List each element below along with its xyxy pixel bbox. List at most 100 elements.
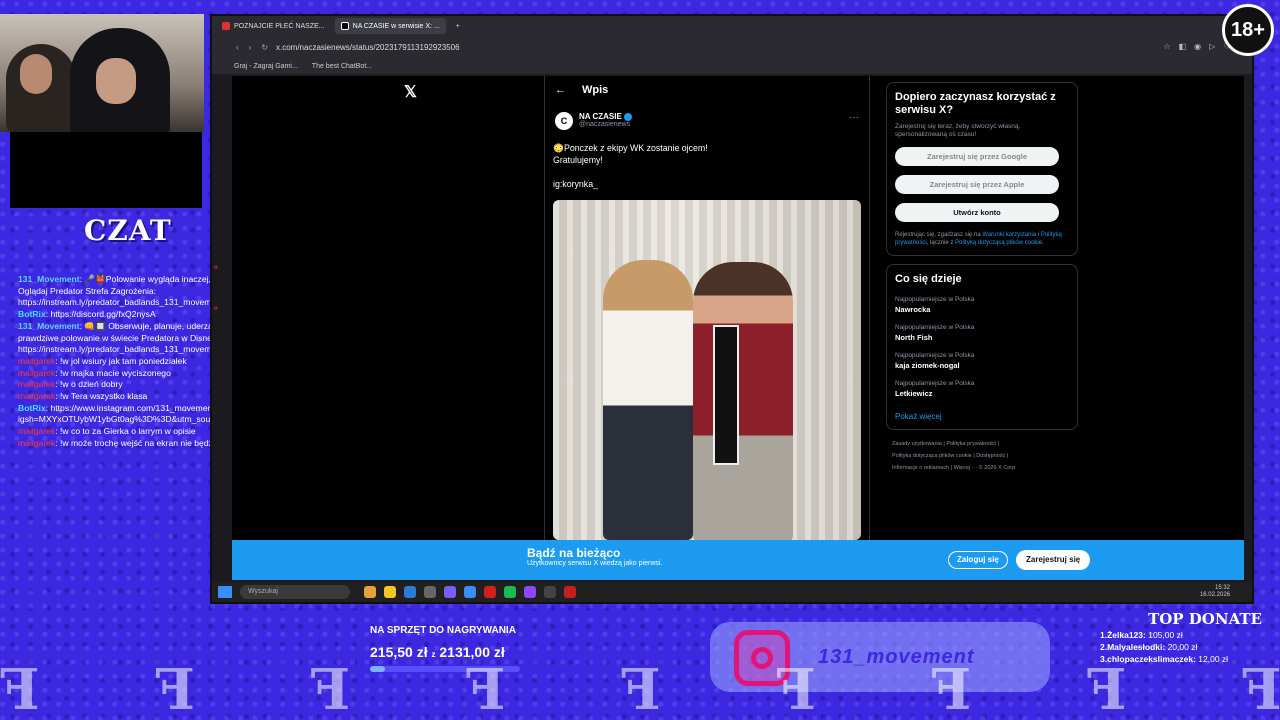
show-more-link[interactable]: Pokaż więcej (895, 412, 1069, 421)
trend-meta: Najpopularniejsze w Polska (895, 324, 975, 331)
footer-links: Zasady użytkowania | Polityka prywatnośc… (886, 438, 1078, 474)
top-donate-panel: TOP DONATE 1.Żelka123: 105,00 zł 2.Malyal… (1100, 610, 1278, 664)
chat-username[interactable]: 131_Movement (18, 321, 80, 331)
side-indicator-icons: ⚬ ⚬ (212, 262, 220, 313)
browser-tab-active[interactable]: NA CZASIE w serwisie X: ... (334, 18, 446, 34)
google-signup-button[interactable]: Zarejestruj się przez Google (895, 147, 1059, 166)
verified-icon (623, 112, 632, 121)
reload-icon[interactable]: ↻ (261, 43, 268, 52)
trend-item[interactable]: Najpopularniejsze w Polska North Fish (895, 324, 1069, 342)
footer-line[interactable]: Polityka dotycząca plików cookie | Dostę… (892, 450, 1072, 462)
legal-fragment: . (1042, 240, 1044, 246)
chat-text: !w Tera wszystko klasa (60, 391, 148, 402)
taskbar-search[interactable]: Wyszukaj (240, 585, 350, 599)
terms-link[interactable]: Warunki korzystania (982, 232, 1036, 238)
chat-username[interactable]: mailgarek (18, 379, 55, 389)
app-icon[interactable] (544, 586, 556, 598)
opera-icon[interactable] (484, 586, 496, 598)
post-header: Wpis (582, 84, 609, 96)
play-icon[interactable]: ▷ (1209, 42, 1215, 52)
extensions-icon[interactable]: ◧ (1179, 42, 1187, 52)
post-text-line: Gratulujemy! (553, 155, 603, 165)
trend-meta: Najpopularniejsze w Polska (895, 296, 975, 303)
trend-item[interactable]: Najpopularniejsze w Polska kaja ziomek-no… (895, 352, 1069, 370)
chat-username[interactable]: BotRix (18, 309, 46, 319)
trend-item[interactable]: Najpopularniejsze w Polska Letkiewicz (895, 380, 1069, 398)
top-donate-amount: 20,00 zł (1167, 642, 1198, 652)
webcam-feed (0, 14, 204, 132)
apple-signup-button[interactable]: Zarejestruj się przez Apple (895, 175, 1059, 194)
trend-item[interactable]: Najpopularniejsze w Polska Nawrocka (895, 296, 1069, 314)
legal-fragment: , łącznie z (926, 240, 956, 246)
register-button[interactable]: Zarejestruj się (1016, 550, 1091, 570)
chat-text: !w o dzień dobry (60, 379, 123, 390)
more-options-icon[interactable]: ··· (849, 112, 859, 123)
taskbar-clock[interactable]: 15:32 16.02.2026 (1200, 585, 1252, 599)
donation-goal-label: NA SPRZĘT DO NAGRYWANIA (370, 625, 516, 636)
tab-title: NA CZASIE w serwisie X: ... (352, 22, 440, 30)
x-icon (340, 22, 349, 30)
bookmark-item[interactable]: Graj - Zagraj Gami... (234, 63, 298, 70)
app-icon[interactable] (444, 586, 456, 598)
chat-username[interactable]: BotRix (18, 403, 46, 413)
post-author[interactable]: C NA CZASIE @naczasienews (555, 112, 632, 130)
chat-username[interactable]: mailgarek (18, 391, 55, 401)
edge-icon[interactable] (404, 586, 416, 598)
login-button[interactable]: Zaloguj się (948, 551, 1008, 569)
twitch-icon[interactable] (524, 586, 536, 598)
app-icon[interactable] (364, 586, 376, 598)
cookies-link[interactable]: Polityką dotyczącą plików cookie (955, 240, 1042, 246)
shield-icon[interactable]: ◉ (1194, 42, 1201, 52)
post-text: 😳Ponczek z ekipy WK zostanie ojcem! Grat… (553, 142, 853, 190)
banner-subtitle: Użytkownicy serwisu X wiedzą jako pierws… (527, 560, 663, 567)
chat-username[interactable]: mailgarek (18, 426, 55, 436)
folder-icon[interactable] (384, 586, 396, 598)
new-tab-button[interactable]: + (450, 18, 466, 34)
author-handle: @naczasienews (579, 121, 631, 128)
trend-name: North Fish (895, 333, 933, 342)
chat-username[interactable]: mailgarek (18, 356, 55, 366)
chat-username[interactable]: 131_Movement (18, 274, 80, 284)
app-icon[interactable] (464, 586, 476, 598)
create-account-button[interactable]: Utwórz konto (895, 203, 1059, 222)
chat-username[interactable]: mailgarek (18, 368, 55, 378)
bookmark-item[interactable]: The best ChatBot... (312, 63, 372, 70)
top-donate-row: 1.Żelka123: 105,00 zł (1100, 630, 1278, 640)
webcam-shadow (10, 132, 202, 208)
trend-name: Nawrocka (895, 305, 931, 314)
avatar[interactable]: C (555, 112, 573, 130)
chat-text: https://discord.gg/fxQ2nysA (50, 309, 156, 320)
browser-tab-bar: POZNAJCIE PŁEĆ NASZE... NA CZASIE w serw… (212, 16, 1252, 36)
tab-title: POZNAJCIE PŁEĆ NASZE... (234, 22, 325, 30)
top-donate-amount: 105,00 zł (1148, 630, 1183, 640)
bookmark-icon[interactable]: ☆ (1163, 42, 1170, 52)
signup-title: Dopiero zaczynasz korzystać z serwisu X? (895, 91, 1056, 116)
url-field[interactable]: x.com/naczasienews/status/20231791131929… (276, 43, 460, 52)
captured-screen: POZNAJCIE PŁEĆ NASZE... NA CZASIE w serw… (210, 14, 1254, 604)
x-logo-icon[interactable]: 𝕏 (404, 82, 417, 102)
windows-start-icon[interactable] (218, 586, 232, 598)
top-donate-row: 2.Malyalesłodki: 20,00 zł (1100, 642, 1278, 652)
app-icon[interactable] (564, 586, 576, 598)
chat-username[interactable]: mailgarek (18, 438, 55, 448)
post-text-line: ig:korynka_ (553, 179, 598, 189)
store-icon[interactable] (424, 586, 436, 598)
back-arrow-icon[interactable]: ← (555, 84, 566, 96)
legal-fragment: Rejestrując się, zgadzasz się na (895, 232, 983, 238)
banner-title: Bądź na bieżąco (527, 546, 621, 560)
back-icon[interactable]: ‹ (236, 43, 239, 52)
spotify-icon[interactable] (504, 586, 516, 598)
forward-icon[interactable]: › (249, 43, 252, 52)
x-page: 𝕏 ← Wpis C NA CZASIE @naczasienews ··· 😳P… (232, 76, 1244, 540)
trend-name: kaja ziomek-nogal (895, 361, 960, 370)
post-photo[interactable] (553, 200, 861, 540)
footer-line[interactable]: Informacje o reklamach | Więcej ··· © 20… (892, 462, 1072, 474)
address-bar: ‹ › ↻ x.com/naczasienews/status/2023179113… (212, 36, 1252, 58)
top-donate-name: Malyalesłodki: (1107, 642, 1166, 652)
footer-line[interactable]: Zasady użytkowania | Polityka prywatnośc… (892, 438, 1072, 450)
signup-banner: Bądź na bieżąco Użytkownicy serwisu X wie… (232, 540, 1244, 580)
post-text-line: 😳Ponczek z ekipy WK zostanie ojcem! (553, 143, 708, 153)
youtube-icon (222, 22, 230, 30)
browser-tab[interactable]: POZNAJCIE PŁEĆ NASZE... (216, 18, 331, 34)
trends-card: Co się dzieje Najpopularniejsze w Polska… (886, 264, 1078, 430)
